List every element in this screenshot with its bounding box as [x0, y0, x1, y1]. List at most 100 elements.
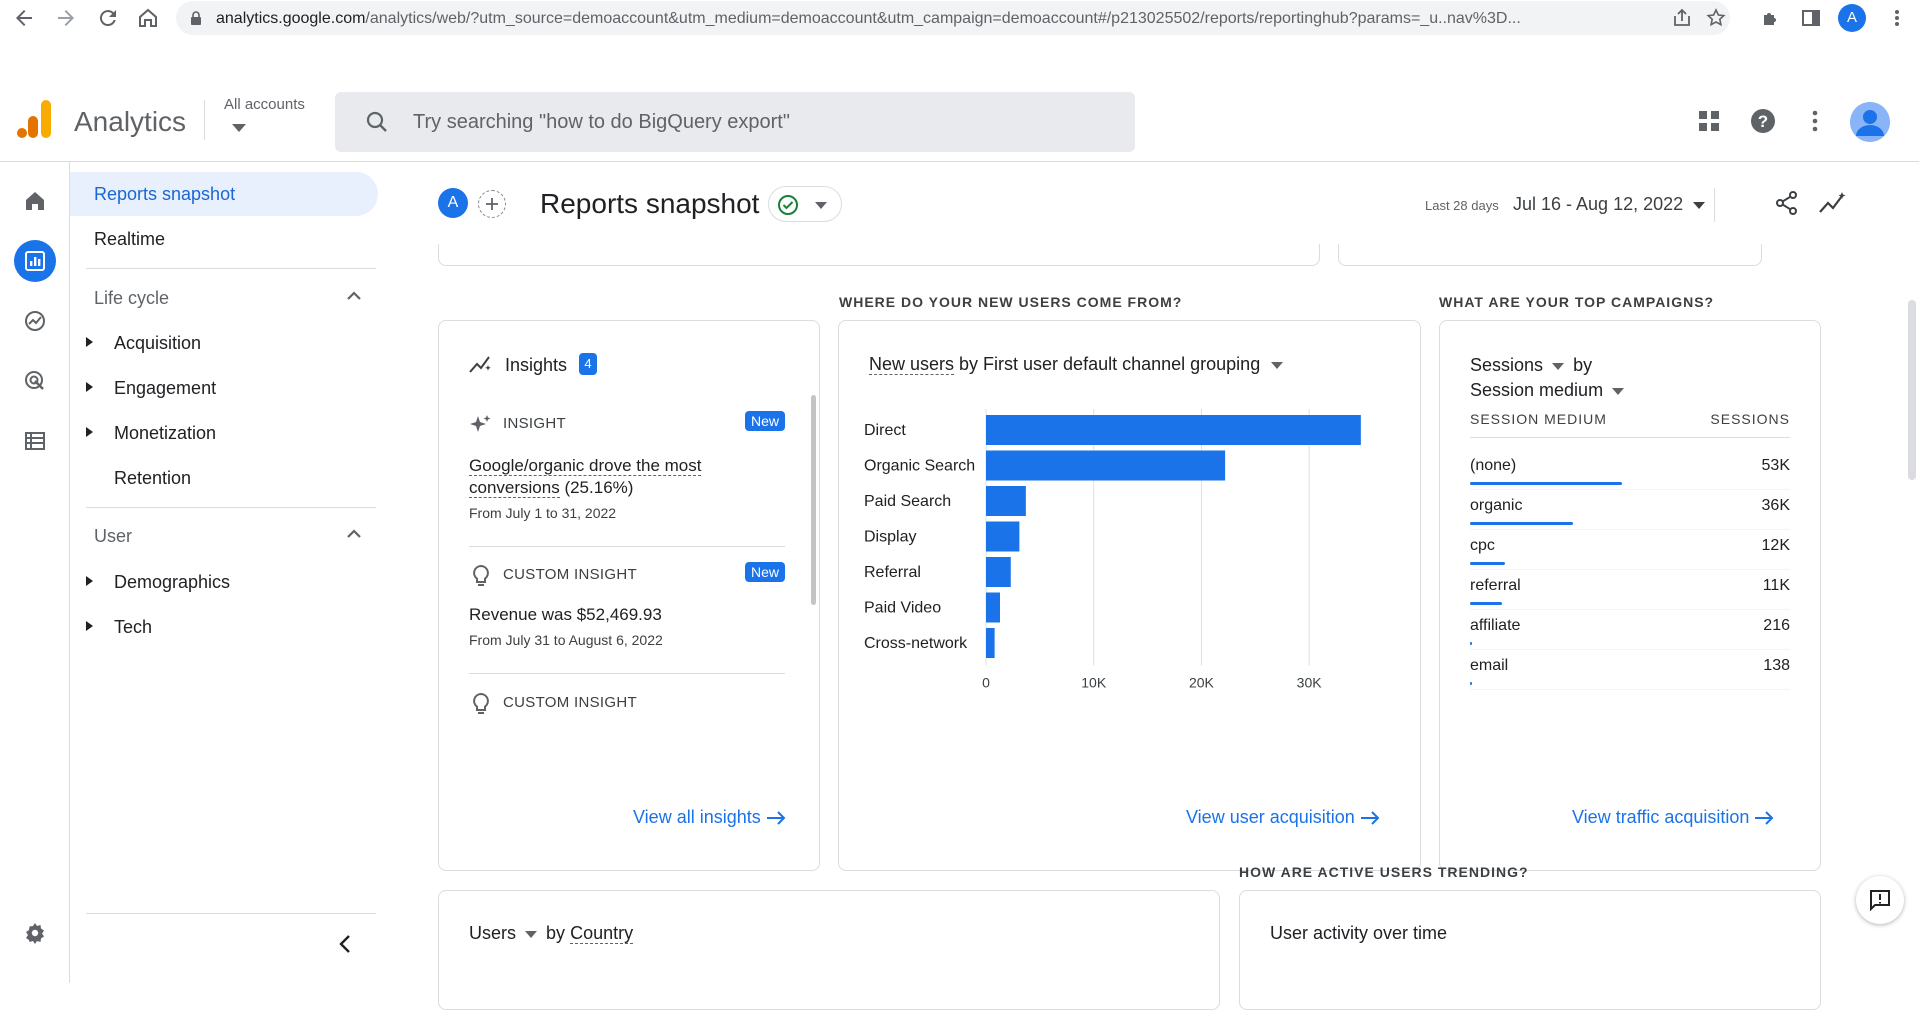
bar: [986, 521, 1020, 552]
nav-realtime[interactable]: Realtime: [70, 217, 378, 261]
view-user-acquisition-link[interactable]: View user acquisition: [1186, 807, 1381, 828]
insight-headline: Google/organic drove the most conversion…: [469, 456, 702, 498]
nav-item-engagement[interactable]: Engagement: [70, 366, 378, 410]
insight-item[interactable]: CUSTOM INSIGHT New Revenue was $52,469.9…: [469, 562, 785, 666]
share-icon[interactable]: [1774, 190, 1800, 216]
home-icon[interactable]: [14, 180, 56, 222]
chart-title[interactable]: New users by First user default channel …: [869, 354, 1284, 375]
insights-icon: [469, 353, 493, 377]
insight-item[interactable]: CUSTOM INSIGHT: [469, 692, 785, 734]
table-row[interactable]: (none) 53K: [1470, 451, 1790, 491]
analytics-logo-icon[interactable]: [16, 100, 52, 140]
reload-icon[interactable]: [96, 6, 120, 30]
activity-card-title: User activity over time: [1270, 923, 1448, 943]
nav-item-demographics[interactable]: Demographics: [70, 560, 378, 604]
caret-down-icon[interactable]: [1612, 387, 1625, 395]
browser-profile-avatar[interactable]: A: [1838, 4, 1866, 32]
session-medium-name: (none): [1470, 457, 1517, 474]
expand-arrow-icon[interactable]: [86, 427, 94, 437]
view-traffic-acquisition-link[interactable]: View traffic acquisition: [1572, 807, 1775, 828]
account-selector[interactable]: All accounts: [224, 96, 305, 113]
explore-icon[interactable]: [14, 300, 56, 342]
date-range-picker[interactable]: Jul 16 - Aug 12, 2022: [1513, 194, 1683, 215]
url-text[interactable]: analytics.google.com/analytics/web/?utm_…: [216, 10, 1656, 28]
advertising-icon[interactable]: [14, 360, 56, 402]
arrow-right-icon: [766, 810, 787, 826]
user-avatar[interactable]: [1850, 102, 1890, 142]
configure-icon[interactable]: [14, 420, 56, 462]
caret-down-icon[interactable]: [1552, 362, 1565, 370]
campaigns-title[interactable]: Sessions by Session medium: [1470, 353, 1625, 403]
nav-item-monetization[interactable]: Monetization: [70, 411, 378, 455]
more-options-icon[interactable]: [1802, 108, 1828, 134]
caret-down-icon[interactable]: [1271, 361, 1284, 369]
share-bar: [1470, 482, 1622, 485]
caret-down-icon[interactable]: [1693, 202, 1705, 209]
country-card-title[interactable]: Users by Country: [469, 923, 634, 944]
nav-section-life-cycle[interactable]: Life cycle: [70, 276, 378, 320]
session-medium-name: email: [1470, 657, 1509, 674]
feedback-button[interactable]: [1856, 876, 1904, 924]
session-medium-name: organic: [1470, 497, 1523, 514]
nav-section-user[interactable]: User: [70, 514, 378, 558]
add-comparison-icon[interactable]: [478, 190, 506, 218]
insights-sparkline-icon[interactable]: [1818, 190, 1848, 216]
page-scrollbar[interactable]: [1908, 300, 1916, 480]
forward-arrow-icon[interactable]: [54, 6, 78, 30]
browser-toolbar: analytics.google.com/analytics/web/?utm_…: [0, 0, 1919, 36]
collapse-nav-chevron-left-icon[interactable]: [332, 930, 360, 958]
admin-gear-icon[interactable]: [14, 912, 56, 954]
section-title-campaigns: WHAT ARE YOUR TOP CAMPAIGNS?: [1439, 294, 1715, 310]
help-icon[interactable]: ?: [1750, 108, 1776, 134]
section-title-active-users: HOW ARE ACTIVE USERS TRENDING?: [1239, 864, 1529, 880]
nav-item-retention[interactable]: Retention: [70, 456, 378, 500]
lock-icon[interactable]: [190, 11, 202, 25]
table-row[interactable]: affiliate 216: [1470, 611, 1790, 651]
search-icon: [365, 110, 389, 134]
nav-item-tech[interactable]: Tech: [70, 605, 378, 649]
chevron-up-icon[interactable]: [346, 290, 362, 300]
bar: [986, 592, 1001, 623]
address-bar[interactable]: analytics.google.com/analytics/web/?utm_…: [176, 1, 1730, 35]
nav-item-acquisition[interactable]: Acquisition: [70, 321, 378, 365]
side-panel-icon[interactable]: [1800, 7, 1822, 29]
table-row[interactable]: organic 36K: [1470, 491, 1790, 531]
caret-down-icon[interactable]: [232, 124, 246, 132]
nav-reports-snapshot[interactable]: Reports snapshot: [70, 172, 378, 216]
expand-arrow-icon[interactable]: [86, 576, 94, 586]
bar: [986, 628, 995, 658]
reports-icon[interactable]: [14, 240, 56, 282]
search-input[interactable]: [413, 92, 1113, 152]
extensions-icon[interactable]: [1760, 7, 1782, 29]
insight-item[interactable]: INSIGHT New Google/organic drove the mos…: [469, 411, 785, 545]
x-tick-label: 0: [982, 675, 990, 691]
row-divider: [1470, 689, 1790, 690]
expand-arrow-icon[interactable]: [86, 337, 94, 347]
share-bar: [1470, 602, 1502, 605]
view-all-insights-link[interactable]: View all insights: [633, 807, 787, 828]
home-icon[interactable]: [136, 6, 160, 30]
browser-menu-icon[interactable]: [1886, 7, 1908, 29]
comparison-chip[interactable]: A: [438, 188, 468, 218]
insights-scrollbar[interactable]: [811, 395, 816, 605]
expand-arrow-icon[interactable]: [86, 621, 94, 631]
session-medium-name: referral: [1470, 577, 1521, 594]
apps-grid-icon[interactable]: [1696, 108, 1722, 134]
session-medium-name: cpc: [1470, 537, 1495, 554]
table-row[interactable]: email 138: [1470, 651, 1790, 691]
toolbar-divider: [1714, 188, 1715, 222]
chevron-up-icon[interactable]: [346, 528, 362, 538]
bookmark-star-icon[interactable]: [1706, 8, 1726, 28]
expand-arrow-icon[interactable]: [86, 382, 94, 392]
app-header: Analytics All accounts ?: [0, 80, 1919, 162]
table-row[interactable]: cpc 12K: [1470, 531, 1790, 571]
share-page-icon[interactable]: [1672, 8, 1692, 28]
table-row[interactable]: referral 11K: [1470, 571, 1790, 611]
report-status-dropdown[interactable]: [768, 186, 842, 222]
sessions-value: 138: [1763, 657, 1790, 674]
search-box[interactable]: [335, 92, 1135, 152]
feedback-icon: [1868, 888, 1892, 912]
back-arrow-icon[interactable]: [12, 6, 36, 30]
sessions-value: 216: [1763, 617, 1790, 634]
caret-down-icon[interactable]: [525, 930, 538, 938]
